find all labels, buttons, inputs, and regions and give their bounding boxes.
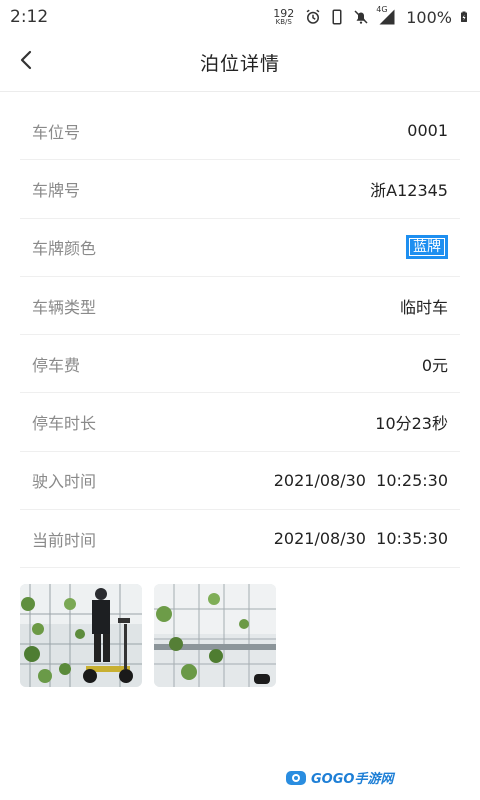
network-speed-unit: KB/S <box>275 18 292 26</box>
phone-icon <box>332 9 342 25</box>
detail-value: 2021/08/30 10:35:30 <box>273 529 448 549</box>
detail-row-parking-fee: 停车费 0元 <box>20 335 460 394</box>
detail-value: 0元 <box>421 355 448 375</box>
battery-percent: 100% <box>406 7 452 27</box>
detail-value: 2021/08/30 10:25:30 <box>273 470 448 490</box>
network-type: 4G <box>376 5 388 14</box>
detail-row-space-number: 车位号 0001 <box>20 102 460 161</box>
detail-label: 停车费 <box>32 355 81 375</box>
detail-label: 驶入时间 <box>32 472 97 492</box>
parking-photo-image <box>154 584 276 687</box>
chevron-left-icon <box>20 50 32 70</box>
detail-label: 当前时间 <box>32 530 97 550</box>
mute-bell-icon <box>354 10 368 24</box>
detail-row-plate-color: 车牌颜色 蓝牌 <box>20 219 460 277</box>
gogo-logo-icon <box>286 770 306 785</box>
detail-row-current-time: 当前时间 2021/08/30 10:35:30 <box>20 510 460 569</box>
parking-photos <box>20 584 276 687</box>
detail-row-plate-number: 车牌号 浙A12345 <box>20 160 460 219</box>
plate-color-badge: 蓝牌 <box>406 235 448 260</box>
watermark: GOGO手游网 <box>285 768 393 787</box>
detail-value: 10分23秒 <box>375 414 448 434</box>
watermark-text: GOGO手游网 <box>311 772 394 787</box>
detail-label: 停车时长 <box>32 414 97 434</box>
status-icons: 192 KB/S 4G 100% <box>273 5 470 27</box>
detail-value: 0001 <box>407 121 448 141</box>
nav-bar: 泊位详情 <box>0 34 480 92</box>
berth-detail-list: 车位号 0001 车牌号 浙A12345 车牌颜色 蓝牌 车辆类型 临时车 停车… <box>20 102 460 569</box>
network-speed: 192 KB/S <box>273 8 294 26</box>
back-button[interactable] <box>12 46 40 74</box>
status-time: 2:12 <box>10 7 49 27</box>
detail-value: 临时车 <box>399 297 448 317</box>
detail-row-entry-time: 驶入时间 2021/08/30 10:25:30 <box>20 452 460 511</box>
detail-label: 车牌号 <box>32 180 81 200</box>
parking-photo-2[interactable] <box>154 584 276 687</box>
page-title: 泊位详情 <box>199 53 280 75</box>
detail-label: 车位号 <box>32 122 81 142</box>
detail-label: 车辆类型 <box>32 297 97 317</box>
alarm-icon <box>306 9 320 24</box>
detail-row-vehicle-type: 车辆类型 临时车 <box>20 277 460 336</box>
detail-value: 浙A12345 <box>370 180 448 200</box>
parking-photo-image <box>20 584 142 687</box>
cell-signal: 4G <box>376 5 398 26</box>
parking-photo-1[interactable] <box>20 584 142 687</box>
detail-row-parking-duration: 停车时长 10分23秒 <box>20 393 460 452</box>
battery-charging-icon <box>461 11 467 22</box>
detail-label: 车牌颜色 <box>32 239 97 259</box>
status-bar: 2:12 192 KB/S 4G 100% <box>0 0 480 34</box>
